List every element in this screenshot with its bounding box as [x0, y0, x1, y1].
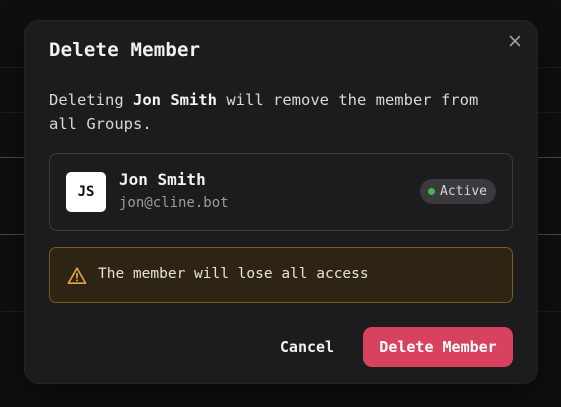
status-dot-icon	[428, 188, 436, 195]
member-name: Jon Smith	[119, 170, 206, 189]
description-prefix: Deleting	[49, 91, 133, 109]
member-email: jon@cline.bot	[119, 195, 229, 211]
avatar: JS	[66, 172, 106, 212]
warning-banner: The member will lose all access	[49, 247, 513, 303]
dialog-title: Delete Member	[49, 39, 201, 61]
dialog-description: Deleting Jon Smith will remove the membe…	[49, 88, 499, 136]
member-card: JS Jon Smith jon@cline.bot Active	[49, 153, 513, 231]
delete-member-button[interactable]: Delete Member	[363, 327, 513, 367]
status-badge: Active	[420, 179, 496, 204]
description-member-name: Jon Smith	[133, 91, 217, 109]
status-label: Active	[440, 184, 487, 199]
cancel-button[interactable]: Cancel	[273, 327, 341, 367]
warning-triangle-icon	[67, 267, 87, 284]
close-icon	[509, 35, 521, 47]
close-button[interactable]	[505, 31, 525, 51]
delete-member-dialog: Delete Member Deleting Jon Smith will re…	[25, 21, 537, 383]
warning-text: The member will lose all access	[98, 266, 369, 282]
